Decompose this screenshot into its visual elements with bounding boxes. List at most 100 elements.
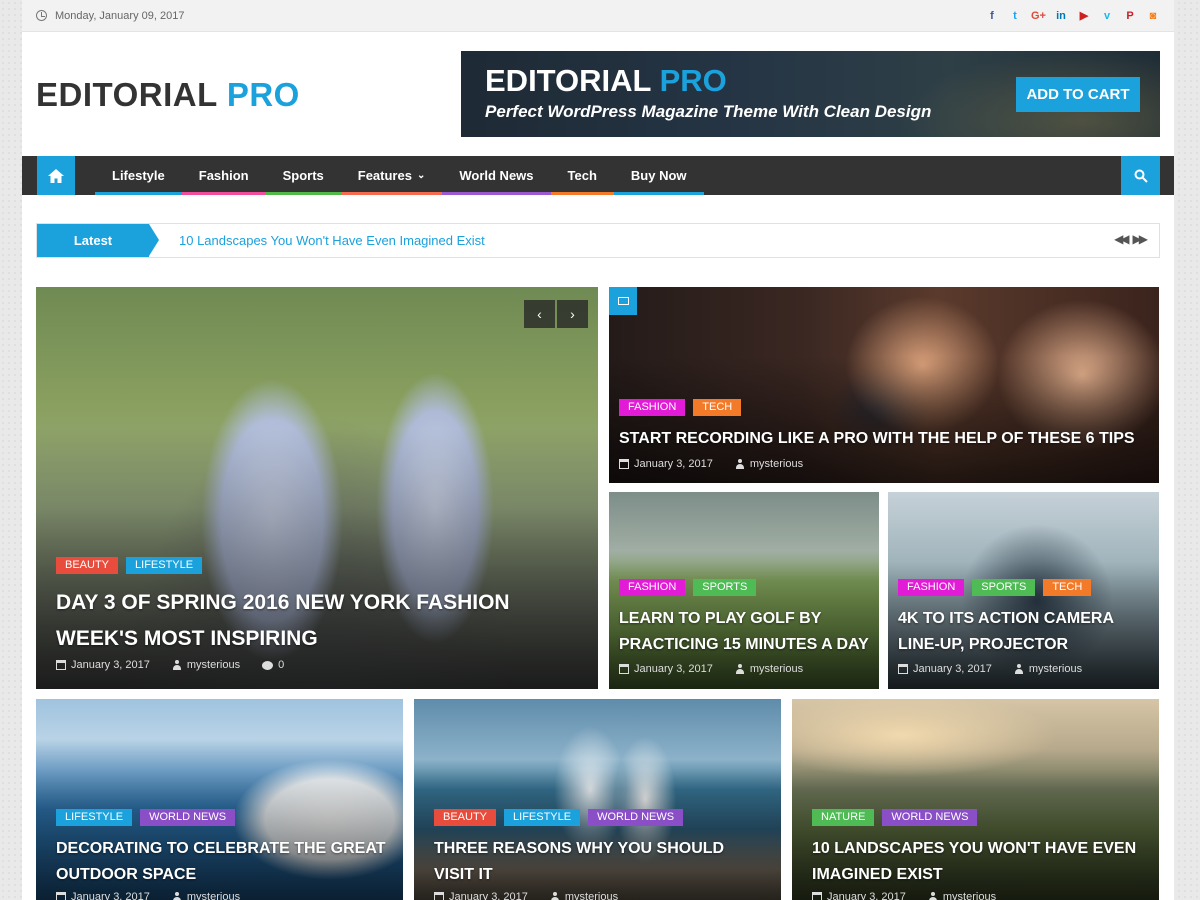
category-tag-beauty[interactable]: BEAUTY: [434, 809, 497, 826]
date-display: Monday, January 09, 2017: [36, 10, 184, 22]
post-title[interactable]: DAY 3 OF SPRING 2016 NEW YORK FASHION WE…: [56, 585, 526, 657]
nav-item-fashion[interactable]: Fashion: [181, 156, 266, 195]
post-tags: NATURE WORLD NEWS: [812, 809, 978, 826]
user-icon: [735, 664, 745, 674]
category-tag-beauty[interactable]: BEAUTY: [56, 557, 119, 574]
post-date: January 3, 2017: [913, 663, 992, 675]
post-three-reasons[interactable]: BEAUTY LIFESTYLE WORLD NEWS THREE REASONS …: [414, 699, 781, 900]
ticker-next-icon[interactable]: ▶▶: [1133, 232, 1149, 246]
ticker-headline[interactable]: 10 Landscapes You Won't Have Even Imagin…: [179, 233, 485, 248]
category-tag-sports[interactable]: SPORTS: [972, 579, 1036, 596]
user-icon: [550, 892, 560, 900]
slider-next-icon[interactable]: ›: [557, 300, 588, 328]
nav-item-sports[interactable]: Sports: [265, 156, 341, 195]
nav-item-label: Buy Now: [630, 168, 687, 183]
post-title[interactable]: DECORATING TO CELEBRATE THE GREAT OUTDOO…: [56, 836, 386, 888]
banner-title: EDITORIAL PRO: [485, 63, 727, 99]
category-tag-fashion[interactable]: FASHION: [619, 399, 686, 416]
post-title[interactable]: THREE REASONS WHY YOU SHOULD VISIT IT: [434, 836, 764, 888]
nav-item-label: Tech: [567, 168, 597, 183]
post-author[interactable]: mysterious: [187, 659, 240, 671]
featured-post-recording[interactable]: FASHION TECH START RECORDING LIKE A PRO W…: [609, 287, 1159, 483]
vimeo-icon[interactable]: v: [1100, 10, 1114, 22]
header-banner-ad[interactable]: EDITORIAL PRO Perfect WordPress Magazine…: [461, 51, 1160, 137]
user-icon: [928, 892, 938, 900]
logo-main: EDITORIAL: [36, 76, 218, 113]
post-meta: January 3, 2017 mysterious: [56, 891, 240, 900]
nav-item-label: World News: [459, 168, 534, 183]
slider-prev-icon[interactable]: ‹: [524, 300, 555, 328]
youtube-icon[interactable]: ▶: [1077, 9, 1091, 22]
nav-item-label: Features: [357, 168, 412, 183]
post-author[interactable]: mysterious: [750, 663, 803, 675]
header: EDITORIAL PRO EDITORIAL PRO Perfect Word…: [22, 32, 1174, 156]
calendar-icon: [56, 660, 66, 670]
post-date: January 3, 2017: [71, 659, 150, 671]
featured-post-golf[interactable]: FASHION SPORTS LEARN TO PLAY GOLF BY PRAC…: [609, 492, 879, 689]
featured-post-camera[interactable]: FASHION SPORTS TECH 4K TO ITS ACTION CAMER…: [888, 492, 1159, 689]
category-tag-tech[interactable]: TECH: [693, 399, 742, 416]
post-title[interactable]: 10 LANDSCAPES YOU WON'T HAVE EVEN IMAGIN…: [812, 836, 1142, 888]
post-tags: FASHION SPORTS: [619, 579, 757, 596]
home-button[interactable]: [37, 156, 75, 195]
category-tag-world-news[interactable]: WORLD NEWS: [588, 809, 684, 826]
linkedin-icon[interactable]: in: [1054, 10, 1068, 22]
category-tag-lifestyle[interactable]: LIFESTYLE: [504, 809, 581, 826]
post-title[interactable]: 4K TO ITS ACTION CAMERA LINE-UP, PROJECT…: [898, 606, 1153, 658]
social-links: f t G+ in ▶ v P ◙: [985, 9, 1160, 23]
category-tag-tech[interactable]: TECH: [1043, 579, 1092, 596]
category-tag-fashion[interactable]: FASHION: [619, 579, 686, 596]
post-date: January 3, 2017: [449, 891, 528, 900]
instagram-icon[interactable]: ◙: [1146, 10, 1160, 22]
post-tags: LIFESTYLE WORLD NEWS: [56, 809, 236, 826]
user-icon: [172, 660, 182, 670]
post-author[interactable]: mysterious: [1029, 663, 1082, 675]
post-date: January 3, 2017: [71, 891, 150, 900]
current-date: Monday, January 09, 2017: [55, 9, 185, 22]
category-tag-lifestyle[interactable]: LIFESTYLE: [126, 557, 203, 574]
add-to-cart-button[interactable]: ADD TO CART: [1016, 77, 1140, 112]
nav-item-label: Lifestyle: [112, 168, 165, 183]
featured-post-main[interactable]: ‹ › BEAUTY LIFESTYLE DAY 3 OF SPRING 2016…: [36, 287, 598, 689]
post-landscapes[interactable]: NATURE WORLD NEWS 10 LANDSCAPES YOU WON'T…: [792, 699, 1159, 900]
category-tag-world-news[interactable]: WORLD NEWS: [882, 809, 978, 826]
category-tag-world-news[interactable]: WORLD NEWS: [140, 809, 236, 826]
post-title[interactable]: START RECORDING LIKE A PRO WITH THE HELP…: [619, 427, 1149, 451]
search-icon: [1134, 169, 1148, 183]
facebook-icon[interactable]: f: [985, 10, 999, 22]
google-plus-icon[interactable]: G+: [1031, 10, 1046, 22]
site-logo[interactable]: EDITORIAL PRO: [36, 76, 300, 114]
nav-item-tech[interactable]: Tech: [550, 156, 615, 195]
nav-item-features[interactable]: Features ⌄: [340, 156, 443, 195]
pinterest-icon[interactable]: P: [1123, 10, 1137, 22]
nav-item-lifestyle[interactable]: Lifestyle: [95, 156, 182, 195]
post-meta: January 3, 2017 mysterious: [898, 663, 1082, 675]
calendar-icon: [619, 459, 629, 469]
user-icon: [1014, 664, 1024, 674]
calendar-icon: [898, 664, 908, 674]
page: Monday, January 09, 2017 f t G+ in ▶ v P ◙ EDIT…: [22, 0, 1174, 900]
post-author[interactable]: mysterious: [750, 458, 803, 470]
category-tag-sports[interactable]: SPORTS: [693, 579, 757, 596]
post-author[interactable]: mysterious: [943, 891, 996, 900]
post-meta: January 3, 2017 mysterious: [812, 891, 996, 900]
main-nav: Lifestyle Fashion Sports Features ⌄ World New…: [22, 156, 1174, 195]
ticker-prev-icon[interactable]: ◀◀: [1114, 232, 1130, 246]
nav-item-buy-now[interactable]: Buy Now: [613, 156, 704, 195]
nav-item-world-news[interactable]: World News: [442, 156, 551, 195]
category-tag-nature[interactable]: NATURE: [812, 809, 875, 826]
home-icon: [48, 168, 64, 183]
category-tag-lifestyle[interactable]: LIFESTYLE: [56, 809, 133, 826]
post-tags: BEAUTY LIFESTYLE: [56, 557, 203, 574]
post-tags: FASHION SPORTS TECH: [898, 579, 1092, 596]
post-comments[interactable]: 0: [278, 659, 284, 671]
twitter-icon[interactable]: t: [1008, 10, 1022, 22]
ticker-label: Latest: [37, 224, 159, 257]
post-author[interactable]: mysterious: [565, 891, 618, 900]
logo-accent: PRO: [226, 76, 300, 113]
post-author[interactable]: mysterious: [187, 891, 240, 900]
post-title[interactable]: LEARN TO PLAY GOLF BY PRACTICING 15 MINU…: [619, 606, 874, 658]
post-decorating[interactable]: LIFESTYLE WORLD NEWS DECORATING TO CELEBR…: [36, 699, 403, 900]
search-button[interactable]: [1121, 156, 1160, 195]
category-tag-fashion[interactable]: FASHION: [898, 579, 965, 596]
